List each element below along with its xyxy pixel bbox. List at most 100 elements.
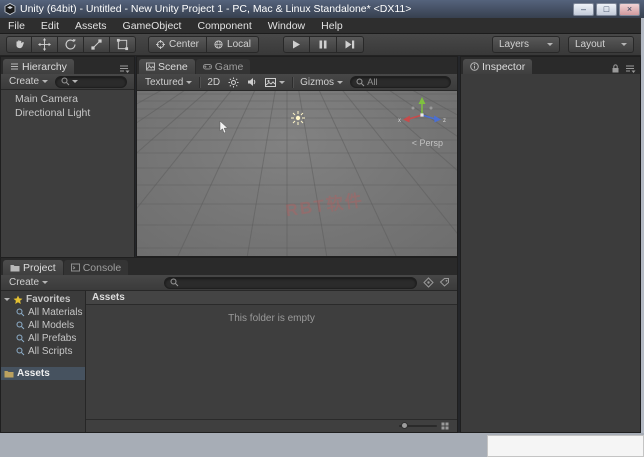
console-icon: [70, 263, 80, 272]
chevron-down-icon: [547, 43, 553, 46]
tab-console-label: Console: [82, 261, 122, 274]
menu-help[interactable]: Help: [313, 18, 351, 34]
title-bar: Unity (64bit) - Untitled - New Unity Pro…: [0, 0, 644, 18]
gizmos-dropdown[interactable]: Gizmos: [296, 75, 347, 89]
scale-tool-button[interactable]: [84, 36, 110, 53]
lock-icon[interactable]: [610, 63, 621, 74]
scene-lighting-toggle[interactable]: [224, 75, 243, 89]
pause-icon: [319, 40, 327, 49]
menu-component[interactable]: Component: [189, 18, 259, 34]
project-tabbar: Project Console: [1, 258, 457, 275]
grid-view-icon[interactable]: [441, 422, 449, 430]
game-icon: [202, 64, 212, 70]
rect-tool-icon: [116, 38, 129, 51]
scene-search-input[interactable]: All: [350, 76, 451, 88]
search-icon: [170, 278, 179, 287]
render-mode-label: Textured: [145, 76, 184, 88]
foldout-caret-icon: [4, 298, 10, 301]
inspector-tabbar: Inspector: [461, 57, 640, 74]
project-toolbar: Create: [1, 275, 457, 291]
project-create-button[interactable]: Create: [5, 276, 52, 290]
info-icon: [470, 62, 479, 71]
search-by-label-icon[interactable]: [439, 277, 450, 288]
minimize-button[interactable]: –: [573, 2, 594, 16]
panel-menu-icon[interactable]: [625, 63, 636, 74]
panel-menu-icon[interactable]: [119, 63, 130, 74]
favorites-foldout[interactable]: Favorites: [1, 293, 85, 306]
menu-bar: File Edit Assets GameObject Component Wi…: [0, 18, 644, 34]
scene-icon: [146, 62, 155, 71]
sun-icon: [228, 77, 239, 87]
tab-scene[interactable]: Scene: [139, 59, 195, 74]
hierarchy-item-main-camera[interactable]: Main Camera: [1, 92, 134, 106]
assets-folder-item[interactable]: Assets: [1, 367, 85, 380]
menu-assets[interactable]: Assets: [67, 18, 115, 34]
tab-project-label: Project: [23, 261, 56, 274]
tab-game[interactable]: Game: [195, 59, 251, 74]
play-button[interactable]: [283, 36, 310, 53]
inspector-panel: Inspector: [460, 56, 641, 433]
menu-gameobject[interactable]: GameObject: [115, 18, 190, 34]
hierarchy-search-input[interactable]: [55, 75, 127, 88]
close-button[interactable]: ×: [619, 2, 640, 16]
favorite-all-prefabs[interactable]: All Prefabs: [1, 332, 85, 345]
menu-edit[interactable]: Edit: [33, 18, 67, 34]
directional-light-gizmo[interactable]: [290, 110, 306, 126]
favorite-all-scripts[interactable]: All Scripts: [1, 345, 85, 358]
scene-effects-dropdown[interactable]: [261, 75, 289, 89]
pivot-icon: [156, 40, 165, 49]
tab-hierarchy[interactable]: Hierarchy: [3, 59, 74, 74]
layers-dropdown-group: Layers: [492, 36, 560, 53]
layers-dropdown[interactable]: Layers: [492, 36, 560, 53]
thumbnail-size-slider[interactable]: [399, 422, 437, 429]
slider-knob[interactable]: [401, 422, 408, 429]
hand-tool-button[interactable]: [6, 36, 32, 53]
project-search-input[interactable]: [164, 276, 417, 289]
pause-button[interactable]: [310, 36, 337, 53]
tab-project[interactable]: Project: [3, 260, 63, 275]
pivot-mode-button[interactable]: Center: [148, 36, 208, 53]
effects-icon: [265, 77, 277, 87]
2d-toggle-button[interactable]: 2D: [203, 75, 224, 89]
star-icon: [13, 295, 23, 304]
create-label: Create: [9, 277, 40, 288]
rect-tool-button[interactable]: [110, 36, 136, 53]
move-tool-button[interactable]: [32, 36, 58, 53]
chevron-down-icon: [279, 80, 286, 84]
search-by-type-icon[interactable]: [423, 277, 434, 288]
menu-file[interactable]: File: [0, 18, 33, 34]
scene-audio-toggle[interactable]: [243, 75, 261, 89]
perspective-toggle[interactable]: < Persp: [412, 138, 443, 148]
2d-label: 2D: [207, 76, 221, 88]
hierarchy-item-directional-light[interactable]: Directional Light: [1, 106, 134, 120]
favorite-all-materials[interactable]: All Materials: [1, 306, 85, 319]
favorite-all-models[interactable]: All Models: [1, 319, 85, 332]
search-filter-icon: [16, 321, 25, 330]
project-panel: Project Console Create Favorites All Mat…: [0, 257, 458, 433]
separator: [199, 76, 201, 88]
space-mode-button[interactable]: Local: [207, 36, 259, 53]
svg-text:z: z: [443, 118, 446, 124]
menu-window[interactable]: Window: [260, 18, 313, 34]
maximize-button[interactable]: □: [596, 2, 617, 16]
scene-search-text: All: [367, 76, 378, 88]
scene-orientation-gizmo[interactable]: x z: [397, 95, 447, 137]
tab-inspector[interactable]: Inspector: [463, 59, 533, 74]
scene-viewport[interactable]: x z < Persp RBT软件: [137, 91, 457, 256]
list-icon: [11, 63, 18, 70]
chevron-down-icon: [42, 80, 49, 83]
asset-pane-footer: [86, 419, 457, 432]
rotate-tool-button[interactable]: [58, 36, 84, 53]
search-icon: [356, 78, 365, 86]
favorite-label: All Prefabs: [28, 333, 77, 344]
search-filter-icon: [16, 347, 25, 356]
hierarchy-create-button[interactable]: Create: [5, 75, 52, 89]
chevron-down-icon: [337, 80, 344, 84]
asset-pane-content[interactable]: This folder is empty: [86, 305, 457, 419]
tab-console[interactable]: Console: [63, 260, 129, 275]
layout-dropdown[interactable]: Layout: [568, 36, 634, 53]
step-button[interactable]: [337, 36, 364, 53]
favorite-label: All Materials: [28, 307, 83, 318]
render-mode-dropdown[interactable]: Textured: [141, 75, 196, 89]
scene-toolbar: Textured 2D Gizmos All: [137, 74, 457, 91]
